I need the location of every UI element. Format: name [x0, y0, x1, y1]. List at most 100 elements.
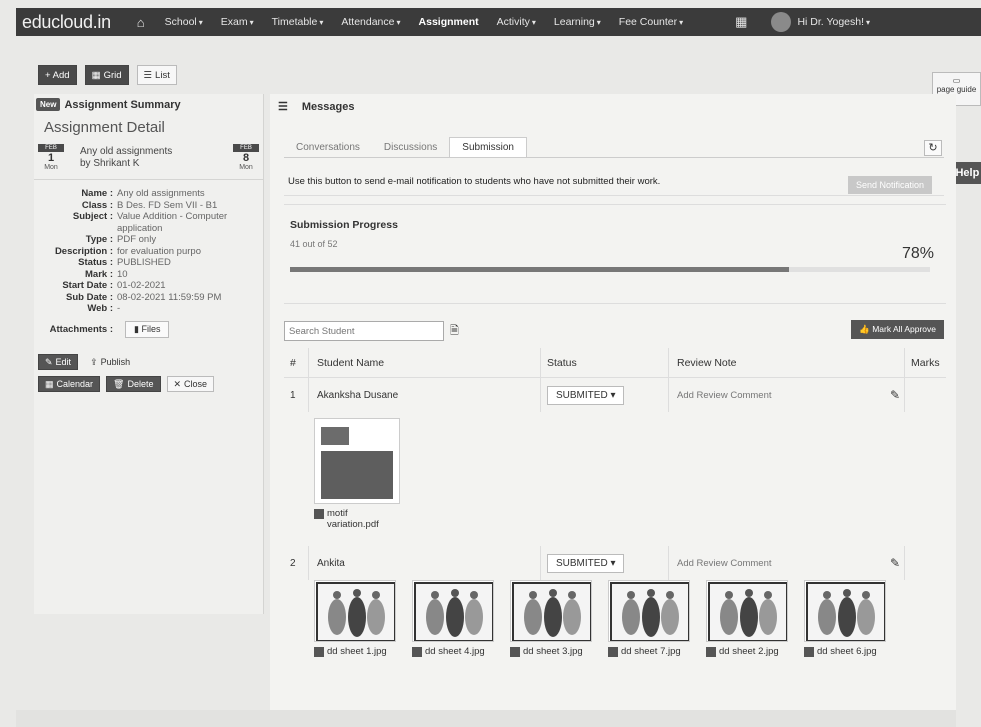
attachment-item[interactable]: dd sheet 2.jpg — [706, 580, 788, 657]
grid-view-button[interactable]: ▦ Grid — [84, 65, 129, 85]
attachment-list: dd sheet 1.jpg dd sheet 4.jpg dd sheet 3.j… — [284, 580, 946, 657]
image-thumbnail — [706, 580, 788, 642]
detail-label: Name : — [81, 188, 113, 199]
list-icon: ☰ — [143, 69, 153, 81]
detail-label: Description : — [54, 245, 113, 257]
attachment-label: dd sheet 1.jpg — [314, 646, 396, 657]
attachment-item[interactable]: dd sheet 4.jpg — [412, 580, 494, 657]
home-icon[interactable]: ⌂ — [137, 15, 145, 30]
nav-attendance[interactable]: Attendance ▾ — [341, 16, 400, 28]
nav-exam[interactable]: Exam ▾ — [221, 16, 254, 28]
add-review-comment-link[interactable]: Add Review Comment — [677, 558, 772, 569]
calendar-button[interactable]: ▦ Calendar — [38, 376, 101, 392]
list-view-button[interactable]: ☰ List — [136, 65, 177, 85]
attachment-name: dd sheet 1.jpg — [327, 646, 387, 657]
image-file-icon — [314, 647, 324, 657]
col-review-note: Review Note — [668, 348, 904, 377]
refresh-icon[interactable]: ↻ — [924, 140, 942, 156]
end-date-calendar: FEB 8 Mon — [233, 144, 259, 171]
attachment-name: dd sheet 3.jpg — [523, 646, 583, 657]
edit-icon[interactable]: ✎ — [890, 388, 900, 402]
status-cell: SUBMITED ▾ — [540, 378, 668, 412]
detail-row: Subject : Value Addition - Computer appli… — [34, 211, 263, 234]
grid-icon[interactable]: ▦ — [735, 14, 747, 30]
delete-button[interactable]: 🗑 Delete — [106, 376, 161, 392]
bottom-strip — [16, 710, 956, 727]
image-thumbnail — [510, 580, 592, 642]
mark-all-approve-button[interactable]: 👍 Mark All Approve — [851, 320, 944, 339]
detail-label: Subject : — [72, 211, 113, 222]
student-name: Akanksha Dusane — [308, 378, 540, 412]
edit-button[interactable]: ✎ Edit — [38, 354, 79, 370]
tab-conversations[interactable]: Conversations — [284, 138, 372, 157]
user-menu[interactable]: Hi Dr. Yogesh! ▾ — [771, 12, 870, 32]
publish-icon: ⇪ — [90, 356, 98, 367]
detail-value: for evaluation purpo — [117, 245, 201, 257]
message-tabs: Conversations Discussions Submission — [284, 134, 944, 158]
publish-button[interactable]: ⇪ Publish — [84, 354, 136, 370]
nav-assignment-label: Assignment — [418, 16, 479, 28]
export-icon[interactable]: 🗎 — [450, 322, 459, 341]
files-button[interactable]: ▮ Files — [125, 320, 170, 338]
attachment-label: motif variation.pdf — [314, 508, 400, 530]
image-file-icon — [804, 647, 814, 657]
attachments-row: Attachments : ▮ Files — [34, 320, 263, 338]
caret-icon: ▾ — [249, 18, 254, 27]
col-marks: Marks — [904, 348, 946, 377]
attachment-item[interactable]: dd sheet 3.jpg — [510, 580, 592, 657]
close-button[interactable]: ✕ Close — [166, 376, 215, 392]
review-note-cell: Add Review Comment ✎ — [668, 546, 904, 580]
caret-icon: ▾ — [319, 18, 324, 27]
start-weekday: Mon — [44, 164, 58, 171]
status-dropdown[interactable]: SUBMITED ▾ — [547, 553, 625, 573]
attachment-label: dd sheet 7.jpg — [608, 646, 690, 657]
action-row: ✎ Edit ⇪ Publish — [38, 354, 263, 370]
detail-row: Description : for evaluation purpo — [34, 246, 263, 258]
tab-submission[interactable]: Submission — [449, 137, 527, 157]
tab-discussions[interactable]: Discussions — [372, 138, 449, 157]
add-button[interactable]: + Add — [38, 65, 77, 85]
status-value: SUBMITED — [556, 389, 608, 401]
attachment-item[interactable]: dd sheet 6.jpg — [804, 580, 886, 657]
messages-panel: ☰ Messages Conversations Discussions Sub… — [270, 94, 956, 727]
status-dropdown[interactable]: SUBMITED ▾ — [547, 385, 625, 405]
menu-icon[interactable]: ☰ — [278, 100, 288, 113]
notify-text: Use this button to send e-mail notificat… — [288, 176, 661, 187]
avatar — [771, 12, 792, 32]
page-title: Assignment Detail — [44, 119, 165, 136]
edit-icon[interactable]: ✎ — [890, 556, 900, 570]
attachment-label: dd sheet 4.jpg — [412, 646, 494, 657]
start-month: FEB — [38, 144, 64, 152]
detail-row: Web :- — [34, 303, 263, 315]
detail-value: - — [117, 303, 121, 314]
send-notification-button[interactable]: Send Notification — [847, 176, 932, 194]
nav-timetable[interactable]: Timetable ▾ — [272, 16, 324, 28]
pdf-thumbnail — [314, 418, 400, 504]
attachment-item[interactable]: motif variation.pdf — [314, 412, 400, 546]
nav-learning[interactable]: Learning ▾ — [554, 16, 601, 28]
attachment-name: dd sheet 7.jpg — [621, 646, 681, 657]
nav-activity[interactable]: Activity ▾ — [497, 16, 536, 28]
nav-attendance-label: Attendance — [341, 16, 395, 28]
progress-count: 41 out of 52 — [290, 239, 338, 249]
nav-school[interactable]: School ▾ — [165, 16, 203, 28]
attachment-item[interactable]: dd sheet 7.jpg — [608, 580, 690, 657]
image-file-icon — [412, 647, 422, 657]
review-note-cell: Add Review Comment ✎ — [668, 378, 904, 412]
edit-icon: ✎ — [45, 356, 53, 367]
file-icon: ▮ — [134, 323, 139, 334]
add-review-comment-link[interactable]: Add Review Comment — [677, 390, 772, 401]
brand-logo[interactable]: educloud.in — [22, 12, 111, 33]
nav-fee-counter[interactable]: Fee Counter ▾ — [619, 16, 683, 28]
search-input[interactable] — [284, 321, 444, 341]
attachment-label: dd sheet 6.jpg — [804, 646, 886, 657]
attachment-name: dd sheet 4.jpg — [425, 646, 485, 657]
progress-percent: 78% — [901, 245, 934, 262]
attachment-label: dd sheet 2.jpg — [706, 646, 788, 657]
attachment-item[interactable]: dd sheet 1.jpg — [314, 580, 396, 657]
detail-row: Status : PUBLISHED — [34, 257, 263, 269]
grid-label: Grid — [103, 69, 122, 81]
detail-label: Start Date : — [62, 280, 113, 291]
nav-assignment[interactable]: Assignment — [419, 16, 479, 28]
new-badge: New — [36, 98, 61, 111]
